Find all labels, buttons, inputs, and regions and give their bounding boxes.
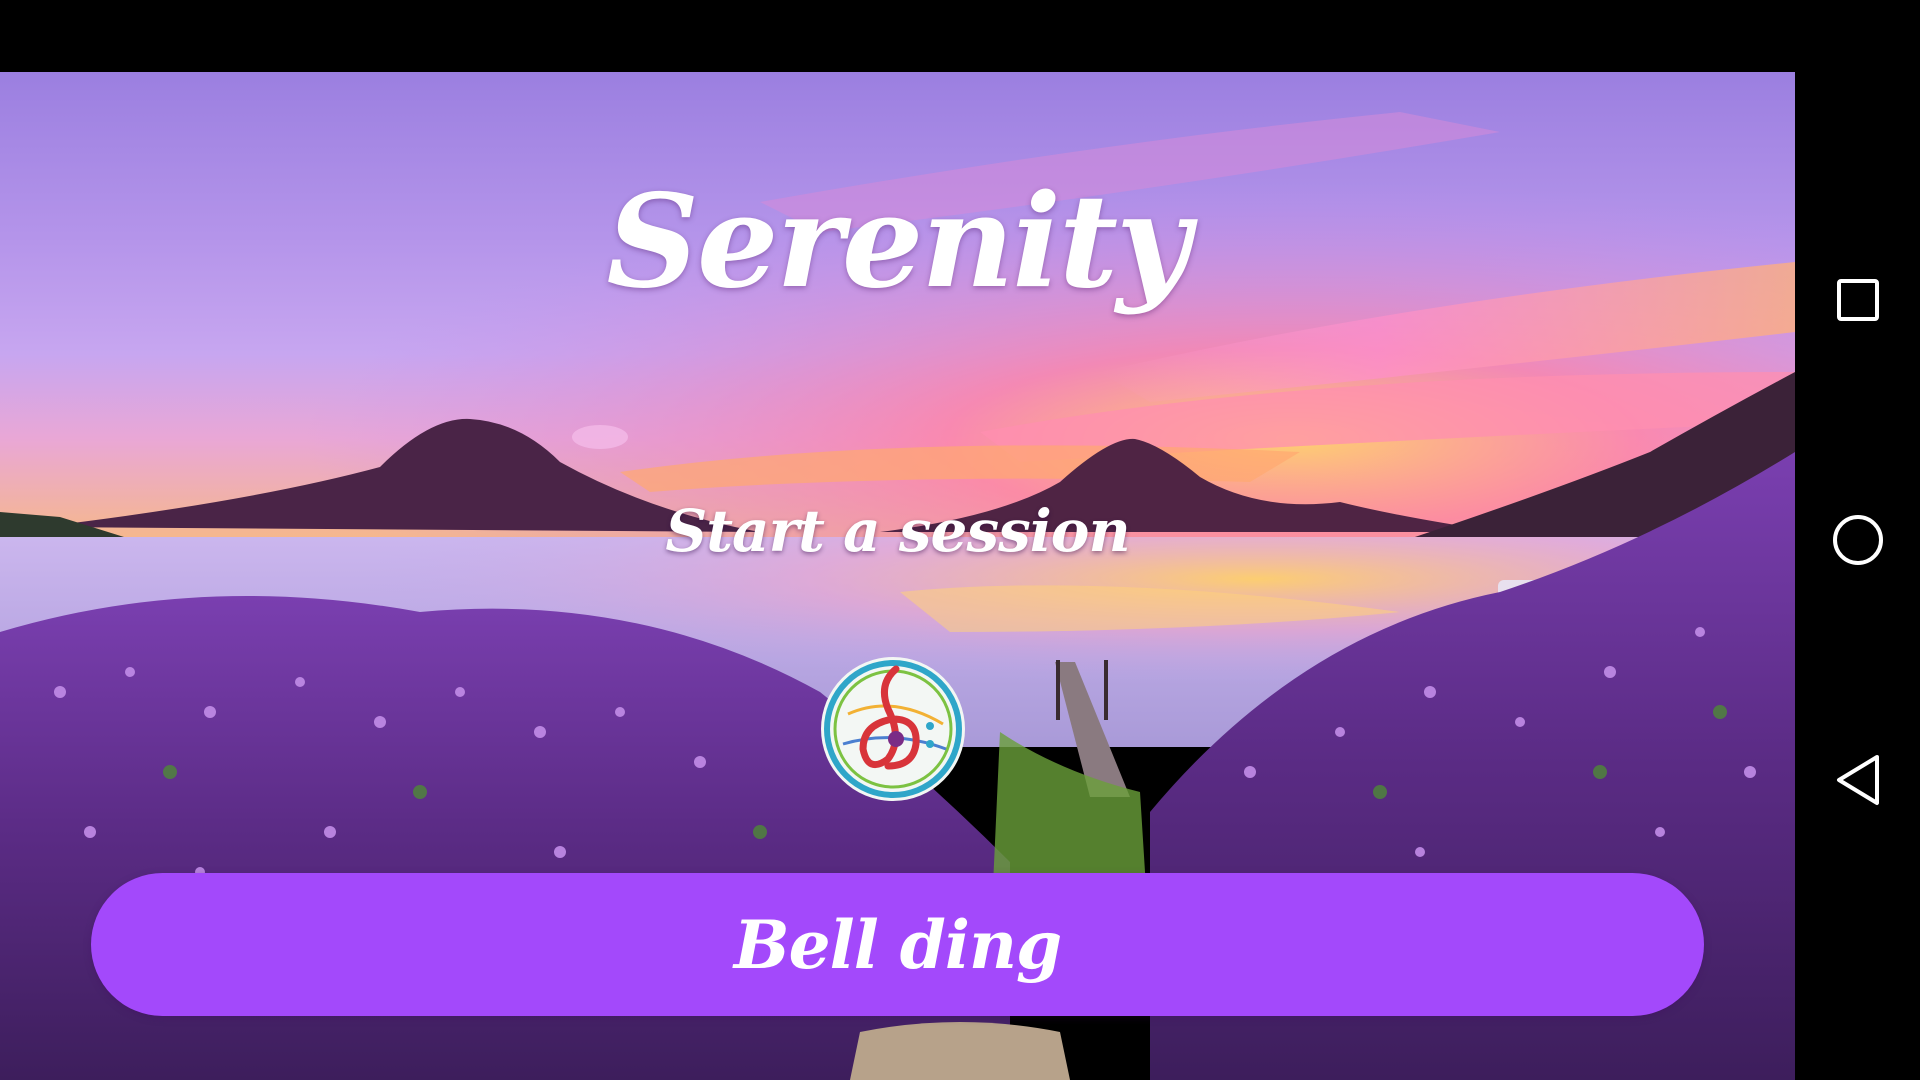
system-navigation-bar (1795, 0, 1920, 1080)
circle-home-icon[interactable] (1795, 480, 1920, 600)
status-bar (0, 0, 1920, 72)
app-content: Serenity Start a session Bell ding (0, 72, 1795, 1080)
square-recents-icon[interactable] (1795, 240, 1920, 360)
music-clef-logo-icon[interactable] (818, 654, 968, 804)
app-screen: Serenity Start a session Bell ding (0, 0, 1920, 1080)
app-title: Serenity (606, 167, 1191, 317)
triangle-back-icon[interactable] (1795, 720, 1920, 840)
start-session-heading: Start a session (665, 497, 1130, 565)
bell-ding-button[interactable]: Bell ding (91, 873, 1704, 1016)
